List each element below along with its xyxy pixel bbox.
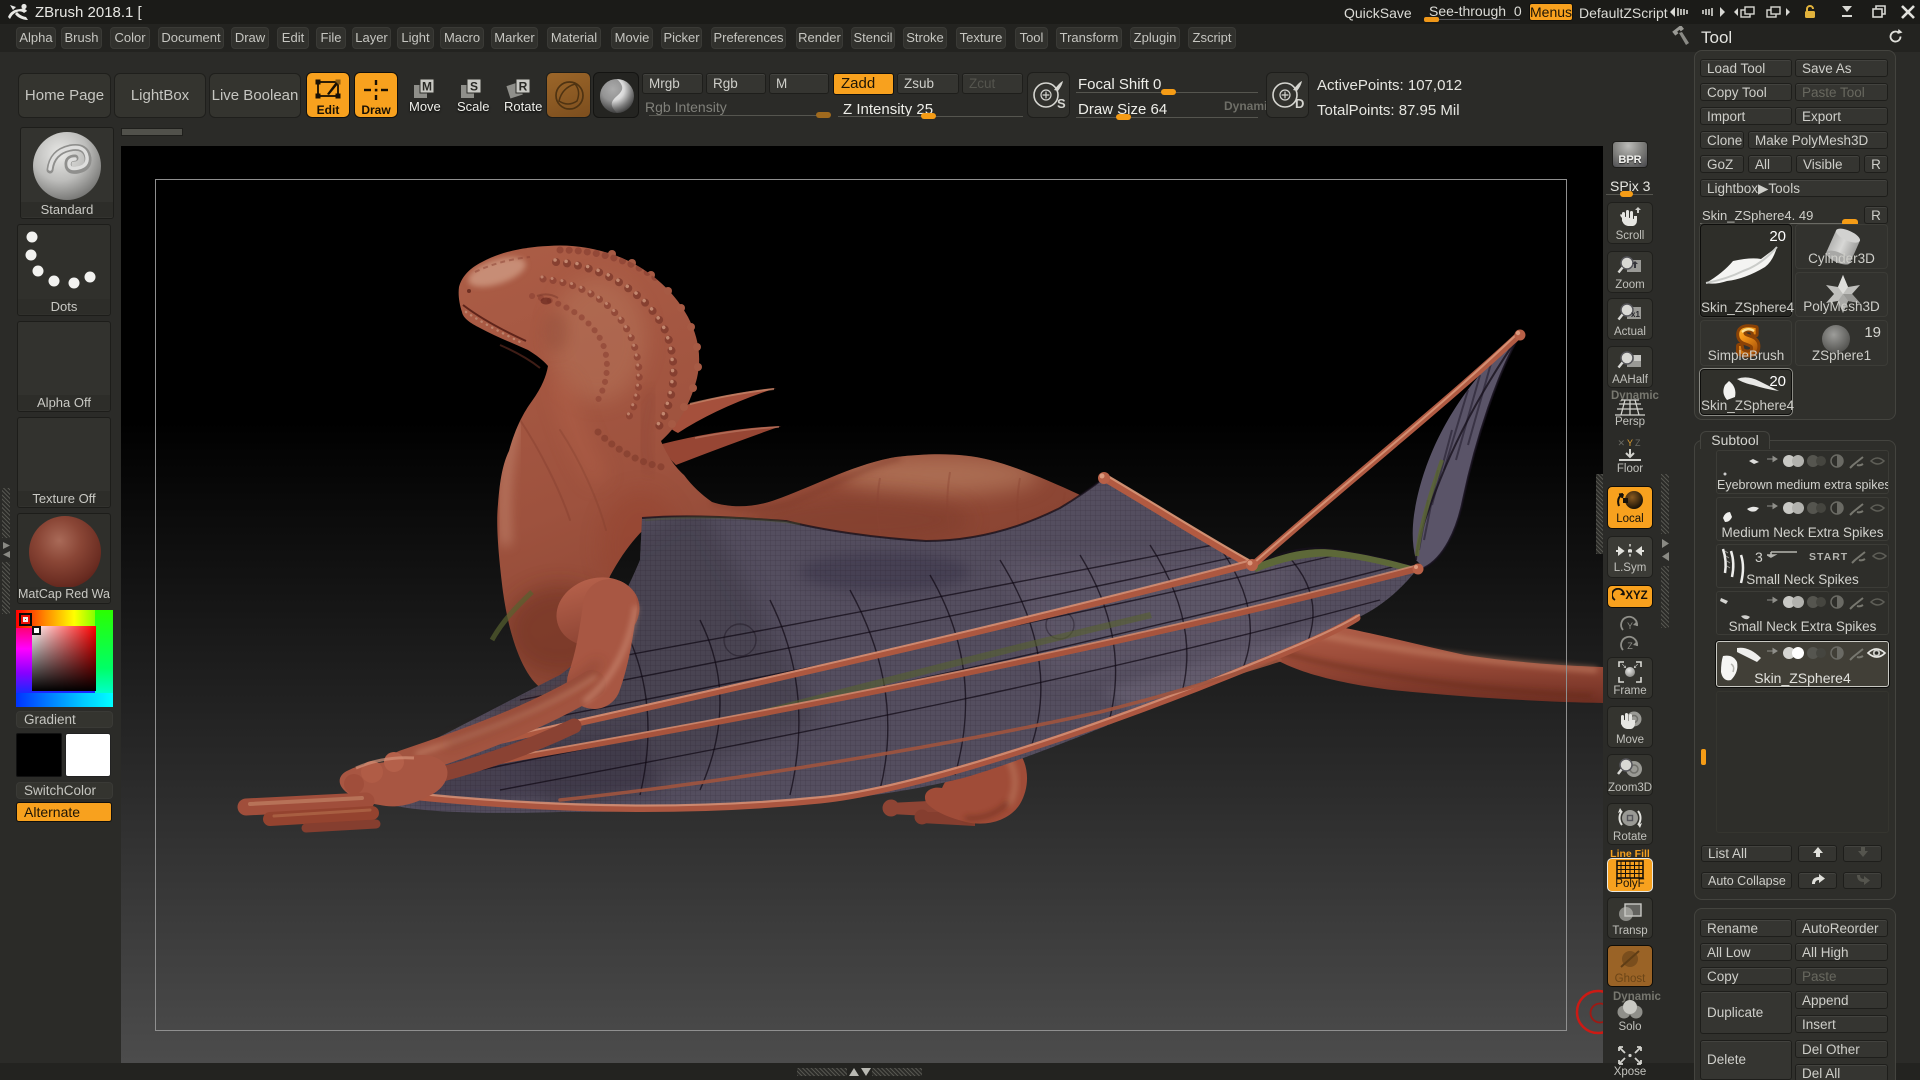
svg-text:↘: ↘ [1621, 663, 1627, 670]
svg-text:x1: x1 [1631, 310, 1640, 319]
svg-text:S: S [470, 80, 478, 94]
svg-text:R: R [519, 80, 528, 94]
svg-text:Z: Z [1627, 641, 1633, 651]
svg-text:D: D [1295, 96, 1304, 111]
svg-text:Y: Y [1627, 621, 1633, 631]
svg-text:M: M [422, 80, 432, 94]
svg-text:S: S [1057, 96, 1066, 111]
svg-text:↙: ↙ [1633, 663, 1639, 670]
svg-text:START: START [1809, 551, 1848, 563]
